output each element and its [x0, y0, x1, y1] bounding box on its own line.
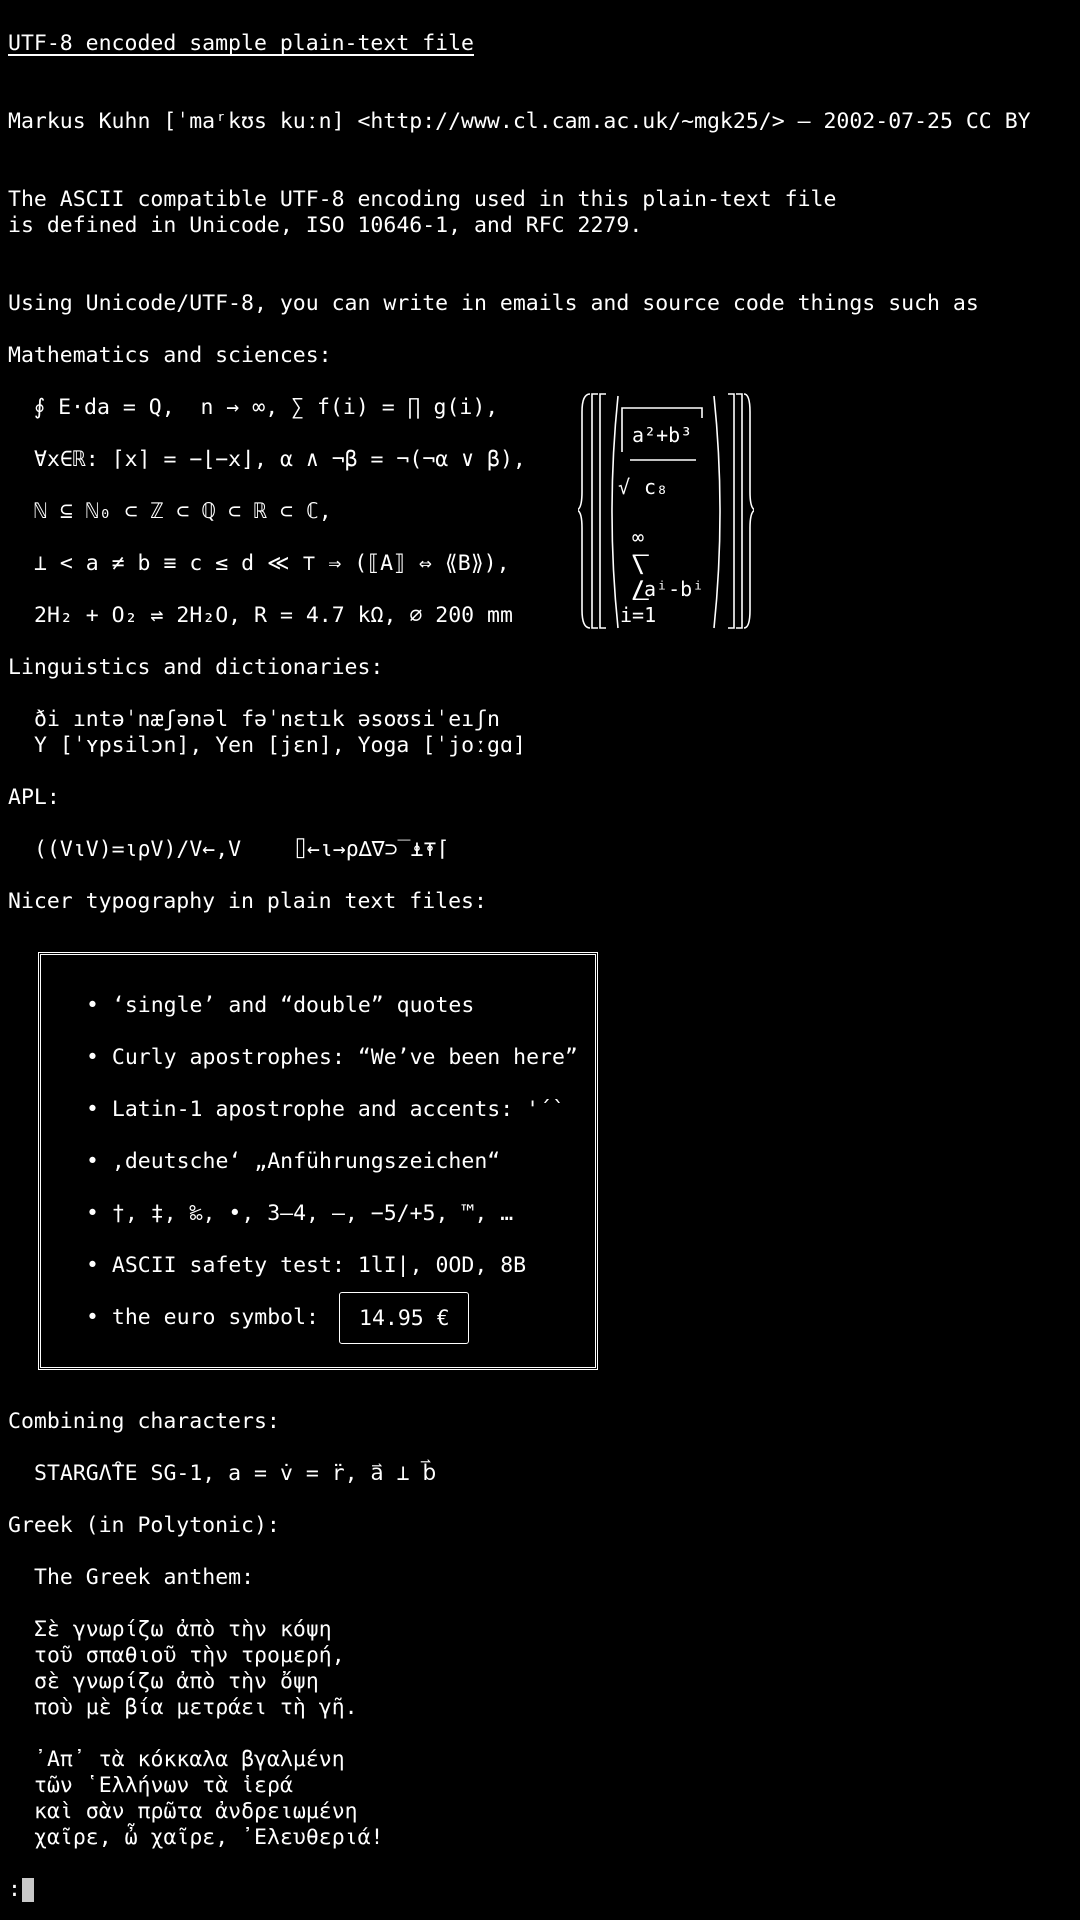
euro-value: 14.95 €: [359, 1306, 450, 1331]
using-line: Using Unicode/UTF-8, you can write in em…: [8, 291, 979, 316]
typography-heading: Nicer typography in plain text files:: [8, 889, 487, 914]
formula-c8: c₈: [644, 475, 669, 499]
formula-sqrt: √: [618, 475, 631, 499]
greek-stanza1-line-1: Σὲ γνωρίζω ἀπὸ τὴν κόψη: [34, 1617, 332, 1642]
greek-stanza1-line-2: τοῦ σπαθιοῦ τὴν τρομερή,: [34, 1643, 345, 1668]
typography-bullet-6: • ASCII safety test: 1lI|, 0OD, 8B: [86, 1253, 527, 1278]
typography-bullet-4: • ‚deutsche‘ „Anführungszeichen“: [86, 1149, 501, 1174]
greek-stanza1-line-4: ποὺ μὲ βία μετράει τὴ γῆ.: [34, 1695, 358, 1720]
math-line-2: ∀x∈ℝ: ⌈x⌉ = −⌊−x⌋, α ∧ ¬β = ¬(¬α ∨ β),: [34, 447, 526, 472]
linguistics-heading: Linguistics and dictionaries:: [8, 655, 384, 680]
math-line-1: ∮ E⋅da = Q, n → ∞, ∑ f(i) = ∏ g(i),: [34, 395, 499, 420]
greek-stanza2-line-2: τῶν ῾Ελλήνων τὰ ἱερά: [34, 1773, 293, 1798]
greek-stanza2-line-4: χαῖρε, ὦ χαῖρε, ᾿Ελευθεριά!: [34, 1825, 384, 1850]
combining-heading: Combining characters:: [8, 1409, 280, 1434]
greek-stanza2-line-1: ᾿Απ᾿ τὰ κόκκαλα βγαλμένη: [34, 1747, 345, 1772]
intro-line-1: The ASCII compatible UTF-8 encoding used…: [8, 187, 837, 212]
formula-infinity: ∞: [632, 525, 645, 549]
typography-bullet-1: • ‘single’ and “double” quotes: [86, 993, 475, 1018]
apl-line-a: ((V⍳V)=⍳⍴V)/V←,V: [34, 837, 242, 862]
document-title: UTF-8 encoded sample plain-text file: [8, 31, 474, 56]
formula-index: i=1: [620, 603, 657, 627]
formula-term: aⁱ-bⁱ: [644, 577, 705, 601]
formula-numerator: a²+b³: [632, 423, 693, 447]
apl-line-b: ⌷←⍳→⍴∆∇⊃‾⍎⍕⌈: [294, 837, 450, 862]
typography-bullet-2: • Curly apostrophes: “We’ve been here”: [86, 1045, 578, 1070]
apl-heading: APL:: [8, 785, 60, 810]
combining-line: STARGΛ̊TE SG-1, a = v̇ = r̈, a⃑ ⊥ b⃑: [34, 1461, 437, 1486]
typography-bullet-5: • †, ‡, ‰, •, 3–4, —, −5/+5, ™, …: [86, 1201, 514, 1226]
typography-bullet-7: • the euro symbol:: [86, 1305, 319, 1330]
greek-stanza1-line-3: σὲ γνωρίζω ἀπὸ τὴν ὄψη: [34, 1669, 319, 1694]
math-line-4: ⊥ < a ≠ b ≡ c ≤ d ≪ ⊤ ⇒ (⟦A⟧ ⇔ ⟪B⟫),: [34, 551, 510, 576]
math-formula: a²+b³ √ c₈ ∞ ⎲ ⎳ aⁱ-bⁱ i=1: [578, 392, 754, 632]
author-line: Markus Kuhn [ˈmaʳkʊs kuːn] <http://www.c…: [8, 109, 1031, 134]
typography-bullet-3: • Latin-1 apostrophe and accents: '´`: [86, 1097, 565, 1122]
text-cursor: [22, 1878, 34, 1902]
pager-prompt[interactable]: :: [8, 1877, 21, 1903]
formula-sum-top: ⎲: [632, 551, 650, 575]
linguistics-line-2: Y [ˈʏpsilɔn], Yen [jɛn], Yoga [ˈjoːgɑ]: [34, 733, 526, 758]
greek-subheading: The Greek anthem:: [34, 1565, 255, 1590]
math-line-5: 2H₂ + O₂ ⇌ 2H₂O, R = 4.7 kΩ, ⌀ 200 mm: [34, 603, 513, 628]
math-heading: Mathematics and sciences:: [8, 343, 332, 368]
linguistics-line-1: ði ıntəˈnæʃənəl fəˈnɛtık əsoʊsiˈeıʃn: [34, 707, 500, 732]
greek-heading: Greek (in Polytonic):: [8, 1513, 280, 1538]
math-line-3: ℕ ⊆ ℕ₀ ⊂ ℤ ⊂ ℚ ⊂ ℝ ⊂ ℂ,: [34, 499, 332, 524]
intro-line-2: is defined in Unicode, ISO 10646-1, and …: [8, 213, 643, 238]
greek-stanza2-line-3: καὶ σὰν πρῶτα ἀνδρειωμένη: [34, 1799, 358, 1824]
